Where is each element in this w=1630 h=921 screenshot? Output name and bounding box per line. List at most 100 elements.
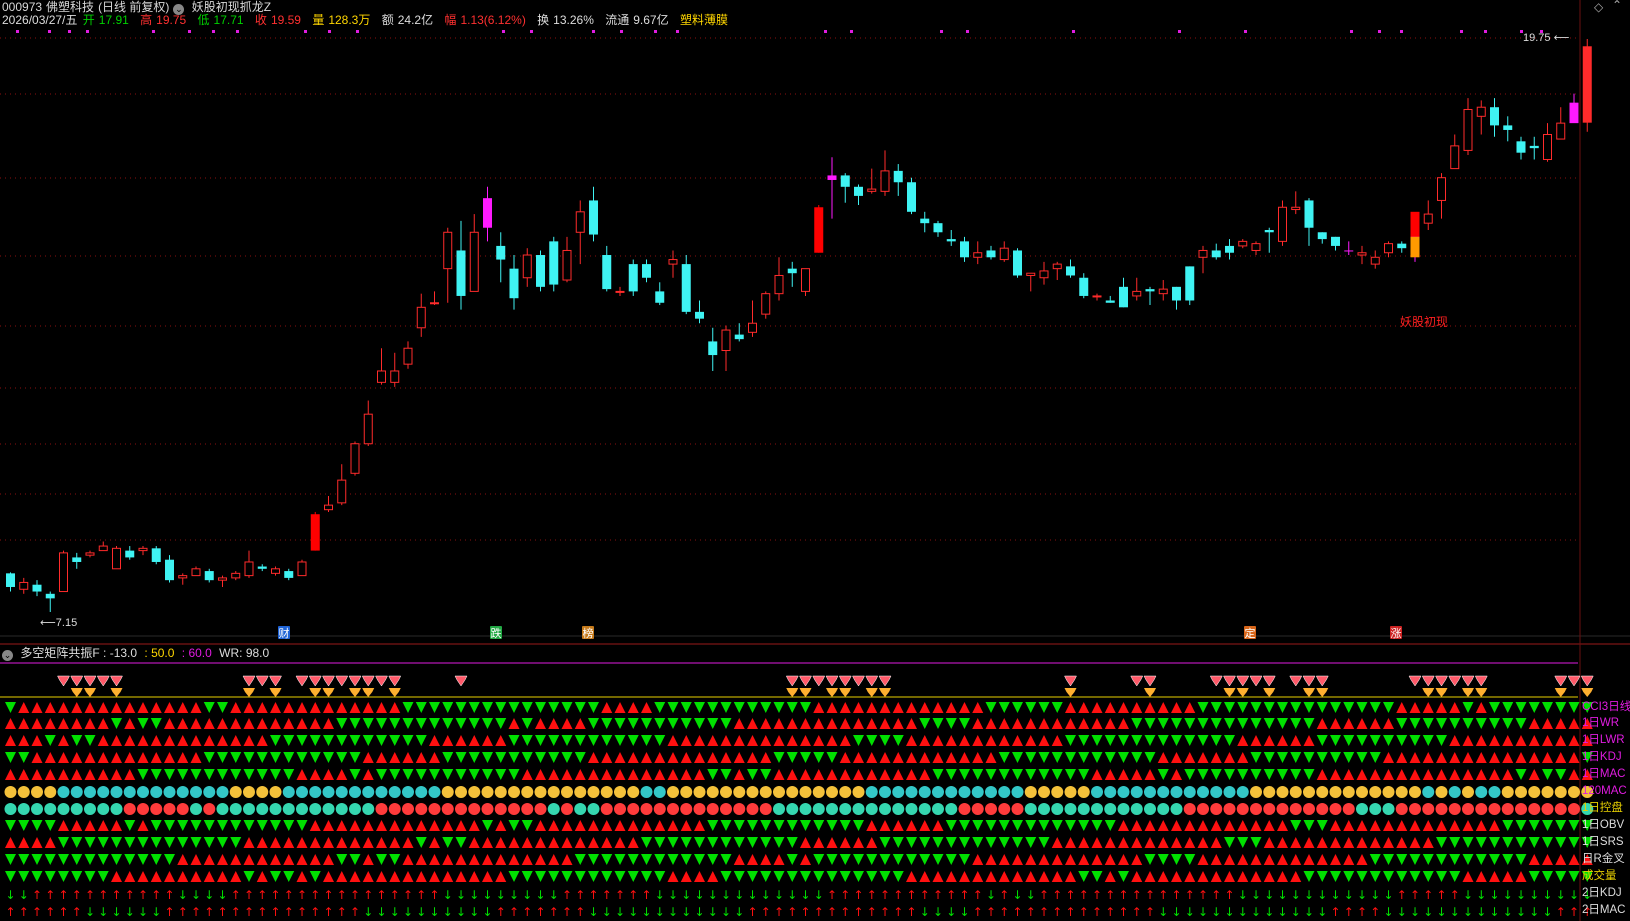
- candle[interactable]: [1357, 245, 1367, 265]
- event-marker-text[interactable]: 涨: [1391, 627, 1402, 640]
- candle[interactable]: [575, 200, 585, 265]
- candle[interactable]: [1476, 100, 1486, 135]
- event-marker-text[interactable]: 定: [1245, 626, 1256, 640]
- candle[interactable]: [668, 250, 678, 278]
- candle[interactable]: [1119, 277, 1128, 308]
- candle[interactable]: [920, 211, 930, 233]
- candle[interactable]: [483, 186, 492, 242]
- candle[interactable]: [337, 464, 347, 506]
- candle[interactable]: [297, 559, 307, 577]
- candle[interactable]: [589, 186, 598, 242]
- candle[interactable]: [1013, 248, 1022, 278]
- candle[interactable]: [946, 230, 956, 246]
- candle[interactable]: [1158, 280, 1168, 301]
- candle[interactable]: [734, 323, 744, 342]
- event-marker-text[interactable]: 榜: [583, 626, 594, 640]
- candle[interactable]: [642, 259, 651, 283]
- chart-canvas[interactable]: 财跌榜定涨 ↓ ↓ ↑ ↑ ↑ ↑ ↑ ↑ ↑ ↑ ↑ ↑ ↑ ↓ ↓ ↓ ↓ ↑ ↑ ↑ ↑ ↑ ↑ ↑ ↑ ↑ ↑ ↑ ↑ ↑ ↑ ↑ ↑ ↓…: [0, 0, 1630, 921]
- candle[interactable]: [390, 352, 400, 387]
- candle[interactable]: [1529, 136, 1539, 160]
- candle[interactable]: [1437, 173, 1446, 219]
- candle[interactable]: [191, 566, 201, 577]
- candle[interactable]: [867, 168, 877, 194]
- candle[interactable]: [1052, 261, 1062, 281]
- candle[interactable]: [1185, 266, 1195, 306]
- candle[interactable]: [602, 245, 612, 292]
- candle[interactable]: [1503, 116, 1513, 142]
- candle[interactable]: [85, 550, 95, 558]
- candle[interactable]: [1463, 98, 1473, 155]
- candle[interactable]: [1331, 236, 1340, 251]
- candle[interactable]: [403, 341, 413, 369]
- candle[interactable]: [761, 291, 771, 319]
- candle[interactable]: [933, 220, 943, 237]
- event-marker-text[interactable]: 财: [279, 626, 290, 640]
- candle[interactable]: [1225, 239, 1234, 260]
- candle[interactable]: [774, 257, 784, 301]
- candle[interactable]: [1397, 241, 1407, 253]
- candle[interactable]: [72, 552, 82, 569]
- candle[interactable]: [1145, 286, 1155, 306]
- candle[interactable]: [125, 546, 135, 560]
- candle[interactable]: [1543, 123, 1552, 162]
- candle[interactable]: [231, 571, 241, 581]
- candle[interactable]: [416, 293, 426, 337]
- candle[interactable]: [973, 241, 983, 265]
- candle[interactable]: [522, 248, 532, 287]
- candle[interactable]: [1105, 295, 1115, 303]
- candle[interactable]: [1516, 136, 1526, 160]
- candlestick-series[interactable]: [6, 39, 1592, 612]
- candle[interactable]: [893, 164, 903, 196]
- candle[interactable]: [1344, 241, 1354, 256]
- candle[interactable]: [1582, 39, 1592, 132]
- candle[interactable]: [1450, 134, 1460, 170]
- candle[interactable]: [787, 261, 797, 287]
- candle[interactable]: [615, 286, 625, 296]
- candle[interactable]: [151, 546, 161, 565]
- candle[interactable]: [1079, 273, 1089, 299]
- candle[interactable]: [708, 327, 718, 371]
- candle[interactable]: [960, 236, 969, 262]
- candle[interactable]: [1556, 107, 1566, 140]
- candle[interactable]: [695, 300, 704, 324]
- candle[interactable]: [1211, 243, 1221, 260]
- indicator-name[interactable]: 妖股初现抓龙Z: [192, 0, 271, 14]
- candle[interactable]: [1384, 241, 1393, 258]
- candle[interactable]: [350, 441, 360, 476]
- candle[interactable]: [907, 177, 916, 215]
- candle[interactable]: [244, 550, 254, 578]
- sub-gear-icon[interactable]: ⌄: [2, 650, 13, 661]
- candle[interactable]: [801, 268, 810, 296]
- candle[interactable]: [19, 577, 29, 594]
- candle[interactable]: [1039, 261, 1049, 285]
- candle[interactable]: [32, 580, 42, 597]
- candle[interactable]: [377, 348, 386, 385]
- candle[interactable]: [1132, 277, 1142, 301]
- candle[interactable]: [536, 250, 545, 292]
- candle[interactable]: [721, 325, 731, 371]
- candle[interactable]: [1569, 93, 1579, 124]
- candle[interactable]: [324, 496, 333, 512]
- candle[interactable]: [562, 236, 572, 283]
- candle[interactable]: [509, 255, 519, 310]
- candle[interactable]: [1172, 286, 1181, 310]
- candle[interactable]: [178, 573, 188, 585]
- candle[interactable]: [165, 555, 174, 583]
- candle[interactable]: [986, 245, 996, 260]
- candle[interactable]: [1066, 259, 1075, 278]
- candle[interactable]: [1238, 239, 1248, 249]
- candle[interactable]: [310, 511, 320, 551]
- sub-indicator-title[interactable]: 多空矩阵共振F: [20, 646, 99, 660]
- event-marker-text[interactable]: 跌: [491, 626, 502, 640]
- candle[interactable]: [363, 400, 373, 447]
- candle[interactable]: [999, 241, 1009, 262]
- candle[interactable]: [271, 566, 280, 576]
- candle[interactable]: [112, 546, 121, 570]
- period-mode[interactable]: (日线 前复权): [98, 0, 169, 14]
- candle[interactable]: [1304, 198, 1314, 246]
- candle[interactable]: [430, 291, 439, 306]
- candle[interactable]: [748, 300, 757, 337]
- candle[interactable]: [655, 282, 665, 306]
- candle[interactable]: [1251, 241, 1261, 256]
- candle[interactable]: [469, 214, 479, 292]
